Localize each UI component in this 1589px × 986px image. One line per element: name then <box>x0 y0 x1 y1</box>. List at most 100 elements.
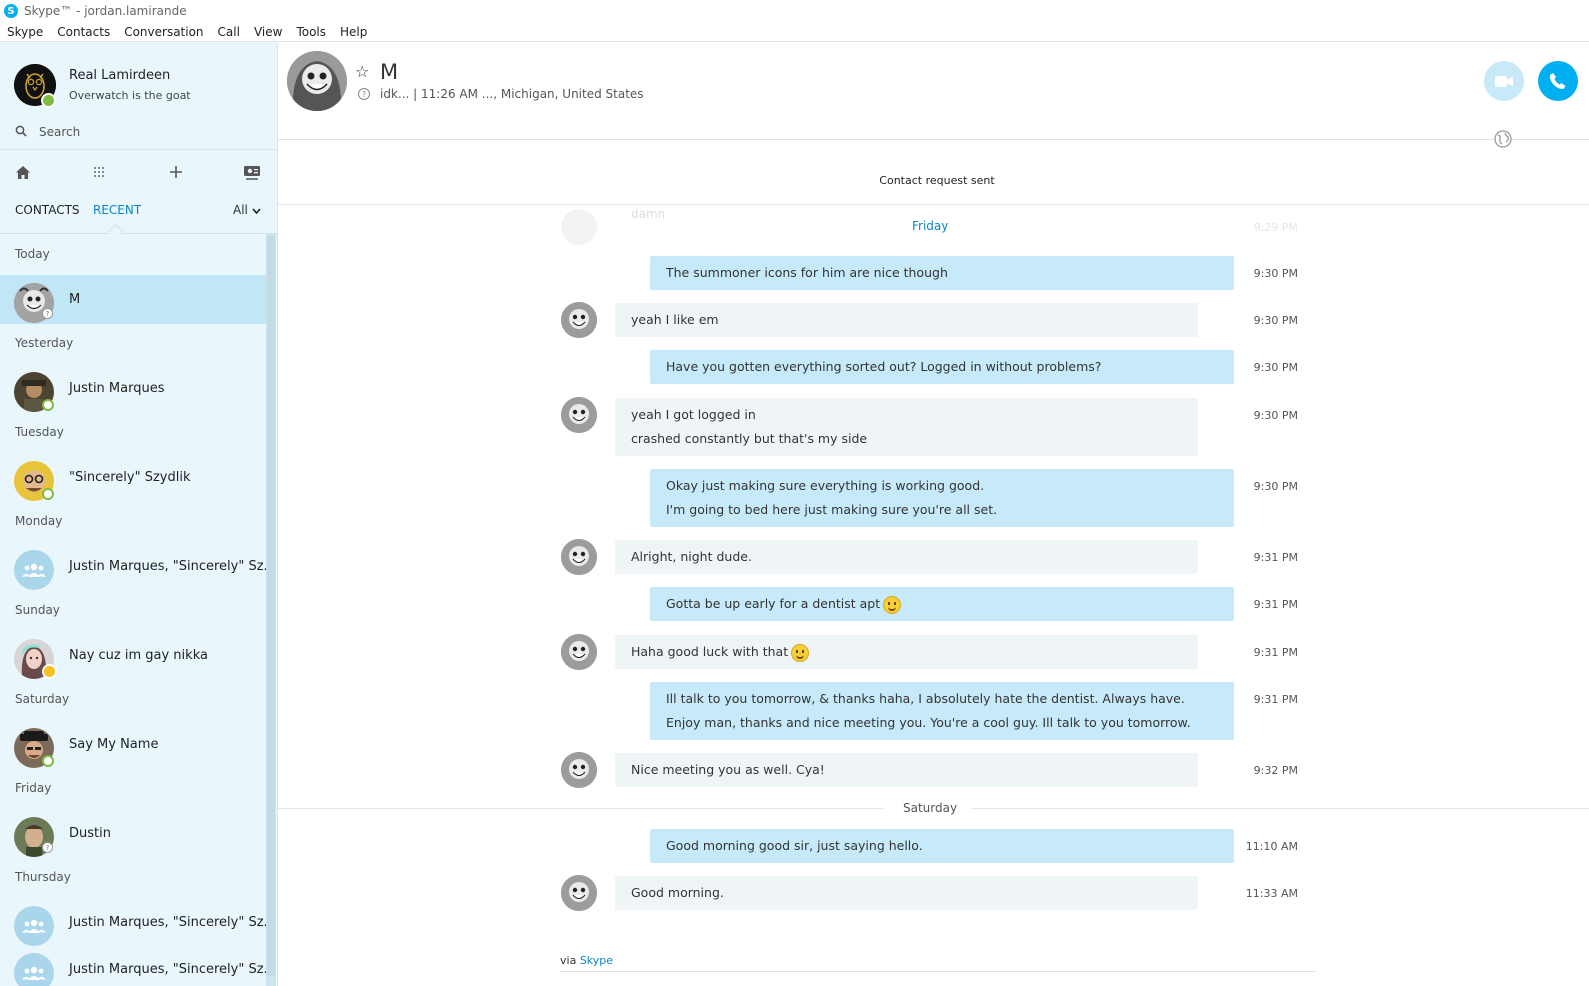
message-time: 9:30 PM <box>1253 267 1298 280</box>
contact-item-say-my-name[interactable]: Say My Name <box>0 720 266 769</box>
menu-call[interactable]: Call <box>218 25 240 39</box>
sidebar: Real Lamirdeen Overwatch is the goat CON <box>0 42 278 986</box>
favorite-star-icon[interactable]: ☆ <box>355 62 369 81</box>
message-incoming[interactable]: yeah I got logged in crashed constantly b… <box>615 398 1198 456</box>
menu-contacts[interactable]: Contacts <box>57 25 110 39</box>
via-skype-link[interactable]: Skype <box>580 954 613 967</box>
message-time: 9:31 PM <box>1253 598 1298 611</box>
status-online-icon <box>42 399 54 411</box>
tab-contacts[interactable]: CONTACTS <box>15 203 80 217</box>
day-separator-line <box>278 808 884 809</box>
video-call-button[interactable] <box>1484 61 1524 101</box>
contact-request-text: Contact request sent <box>879 174 995 187</box>
sidebar-scrollbar[interactable] <box>266 234 276 986</box>
profile-online-status-icon <box>41 93 56 108</box>
menu-view[interactable]: View <box>254 25 282 39</box>
group-header: Thursday <box>15 870 71 884</box>
filter-dropdown[interactable]: All <box>233 203 261 217</box>
message-incoming[interactable]: Good morning. <box>615 876 1198 910</box>
contact-item-dustin[interactable]: ? Dustin <box>0 809 266 858</box>
contact-item-group-chat[interactable]: Justin Marques, "Sincerely" Sz... <box>0 945 276 986</box>
group-header: Sunday <box>15 603 60 617</box>
message-incoming[interactable]: Alright, night dude. <box>615 540 1198 574</box>
tab-recent[interactable]: RECENT <box>93 203 141 217</box>
message-avatar <box>561 634 597 670</box>
contact-item-group-chat[interactable]: Justin Marques, "Sincerely" Sz... <box>0 542 276 591</box>
dialpad-icon[interactable] <box>89 162 109 182</box>
video-camera-icon <box>1495 75 1513 87</box>
smile-emoji-icon <box>883 595 902 614</box>
globe-icon[interactable] <box>1494 130 1512 148</box>
status-away-icon <box>42 664 57 679</box>
message-time: 9:32 PM <box>1253 764 1298 777</box>
audio-call-button[interactable] <box>1538 61 1578 101</box>
menu-help[interactable]: Help <box>340 25 367 39</box>
message-time: 9:31 PM <box>1253 693 1298 706</box>
profile-mood[interactable]: Overwatch is the goat <box>69 89 191 102</box>
search-row <box>0 114 277 150</box>
contact-item-m[interactable]: ? M <box>0 275 266 324</box>
message-outgoing[interactable]: Good morning good sir, just saying hello… <box>650 829 1234 863</box>
conversation-header: ☆ M ? idk... | 11:26 AM ..., Michigan, U… <box>278 42 1589 140</box>
contact-name: Nay cuz im gay nikka <box>69 648 208 663</box>
menu-bar: Skype Contacts Conversation Call View To… <box>0 22 1589 42</box>
contact-name: Justin Marques, "Sincerely" Sz... <box>69 559 276 574</box>
contact-item-group-chat[interactable]: Justin Marques, "Sincerely" Sz... <box>0 898 276 947</box>
message-incoming[interactable]: yeah I like em <box>615 303 1198 337</box>
search-input[interactable] <box>37 120 261 144</box>
scrollbar-thumb[interactable] <box>267 236 275 976</box>
contact-item-justin-marques[interactable]: Justin Marques <box>0 364 266 413</box>
day-separator-line <box>971 808 1589 809</box>
message-avatar <box>561 397 597 433</box>
conversation-title[interactable]: M <box>380 60 398 84</box>
group-header: Yesterday <box>15 336 74 350</box>
message-outgoing[interactable]: Ill talk to you tomorrow, & thanks haha,… <box>650 682 1234 740</box>
group-avatar-icon <box>14 906 54 946</box>
message-outgoing[interactable]: Okay just making sure everything is work… <box>650 469 1234 527</box>
group-header: Saturday <box>15 692 70 706</box>
message-time: 9:30 PM <box>1253 361 1298 374</box>
contact-name: Justin Marques <box>69 381 165 396</box>
conversation-info: idk... | 11:26 AM ..., Michigan, United … <box>380 87 644 101</box>
message-time: 9:30 PM <box>1253 409 1298 422</box>
status-online-icon <box>42 755 54 767</box>
contact-name: "Sincerely" Szydlik <box>69 470 191 485</box>
faded-message-time: 9:29 PM <box>1253 221 1298 234</box>
profile-name[interactable]: Real Lamirdeen <box>69 68 170 83</box>
contact-name: Justin Marques, "Sincerely" Sz... <box>69 962 276 977</box>
day-separator-saturday: Saturday <box>903 801 958 815</box>
phone-icon <box>1549 73 1566 89</box>
message-incoming[interactable]: Nice meeting you as well. Cya! <box>615 753 1198 787</box>
group-header: Today <box>15 247 50 261</box>
message-avatar <box>561 539 597 575</box>
menu-conversation[interactable]: Conversation <box>124 25 203 39</box>
search-icon <box>15 125 27 137</box>
message-incoming[interactable]: Haha good luck with that <box>615 635 1198 669</box>
recent-list: Today ? M Yesterday Justin Marques Tuesd… <box>0 234 276 986</box>
compose-divider <box>560 971 1315 972</box>
group-header: Monday <box>15 514 63 528</box>
message-outgoing[interactable]: Have you gotten everything sorted out? L… <box>650 350 1234 384</box>
add-contact-icon[interactable] <box>242 162 262 182</box>
profile-panel[interactable]: Real Lamirdeen Overwatch is the goat <box>0 42 277 114</box>
message-outgoing[interactable]: The summoner icons for him are nice thou… <box>650 256 1234 290</box>
contact-name: Say My Name <box>69 737 159 752</box>
status-unknown-icon: ? <box>42 308 53 319</box>
message-time: 9:31 PM <box>1253 646 1298 659</box>
home-icon[interactable] <box>13 162 33 182</box>
conversation-panel: ☆ M ? idk... | 11:26 AM ..., Michigan, U… <box>278 42 1589 986</box>
add-icon[interactable] <box>166 162 186 182</box>
menu-tools[interactable]: Tools <box>296 25 326 39</box>
contact-item-sincerely-szydlik[interactable]: "Sincerely" Szydlik <box>0 453 266 502</box>
message-outgoing[interactable]: Gotta be up early for a dentist apt <box>650 587 1234 621</box>
message-avatar <box>561 302 597 338</box>
group-header: Friday <box>15 781 52 795</box>
contact-name: M <box>69 292 81 307</box>
menu-skype[interactable]: Skype <box>7 25 43 39</box>
status-unknown-icon: ? <box>42 842 53 853</box>
message-avatar <box>561 752 597 788</box>
status-online-icon <box>42 488 54 500</box>
contact-item-nay[interactable]: Nay cuz im gay nikka <box>0 631 266 680</box>
conversation-avatar[interactable] <box>287 51 347 111</box>
contact-request-banner: Contact request sent <box>278 166 1589 205</box>
